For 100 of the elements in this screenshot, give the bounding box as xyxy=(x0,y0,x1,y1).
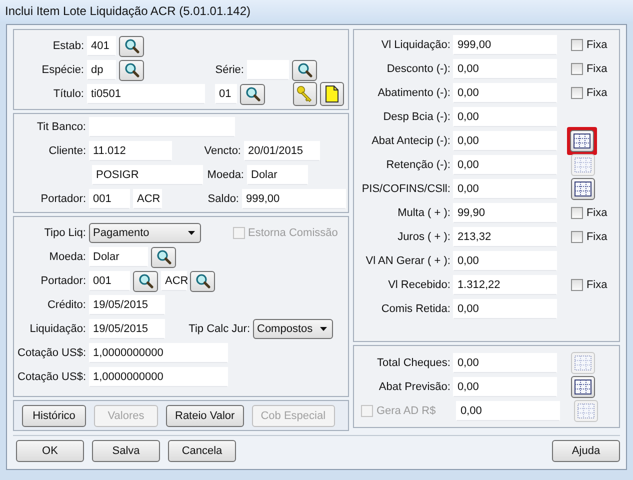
action-button[interactable]: Rateio Valor xyxy=(166,404,244,426)
text-field[interactable]: 0,00 xyxy=(453,179,558,199)
grid-button[interactable] xyxy=(571,376,596,398)
grid-button[interactable] xyxy=(571,178,596,200)
field-label: Moeda: xyxy=(206,169,244,181)
text-field[interactable]: 001 xyxy=(89,271,130,291)
search-button[interactable] xyxy=(240,84,265,104)
checkbox-label: Fixa xyxy=(586,231,608,243)
search-button[interactable] xyxy=(133,270,158,292)
checkbox[interactable] xyxy=(571,39,584,51)
text-field[interactable]: 0,00 xyxy=(453,107,558,127)
field-label: Retenção (-): xyxy=(385,159,450,171)
checkbox[interactable] xyxy=(571,63,584,75)
text-field[interactable] xyxy=(247,60,289,80)
field-label: Abat Previsão: xyxy=(378,381,450,393)
search-button[interactable] xyxy=(190,270,215,292)
text-field[interactable]: 1,0000000000 xyxy=(89,343,228,363)
field-label: Saldo: xyxy=(206,193,239,205)
text-field[interactable]: 19/05/2015 xyxy=(89,319,165,339)
checkbox-label: Gera AD R$ xyxy=(376,405,437,417)
field-label: Tip Calc Jur: xyxy=(188,323,250,335)
checkbox-label: Estorna Comissão xyxy=(248,227,338,239)
checkbox-label: Fixa xyxy=(586,63,608,75)
field-label: Multa ( + ): xyxy=(396,207,450,219)
text-field[interactable]: 0,00 xyxy=(453,83,558,103)
field-label: Desconto (-): xyxy=(386,63,450,75)
field-label: Título: xyxy=(52,88,84,100)
field-label: Cotação US$: xyxy=(16,371,86,383)
tip-calc-jur-dropdown[interactable]: Compostos xyxy=(253,319,333,339)
text-field[interactable]: 0,00 xyxy=(453,299,558,319)
text-field[interactable]: ACR xyxy=(133,189,162,209)
text-field[interactable]: 001 xyxy=(89,189,130,209)
text-field[interactable]: ti0501 xyxy=(87,84,205,104)
text-field[interactable]: 99,90 xyxy=(453,203,558,223)
tipo-liq-dropdown[interactable]: Pagamento xyxy=(89,223,201,243)
text-field[interactable]: 0,00 xyxy=(453,251,558,271)
text-field[interactable]: 999,00 xyxy=(242,189,346,209)
field-label: Abatimento (-): xyxy=(376,87,450,99)
field-label: Total Cheques: xyxy=(376,357,450,369)
search-button[interactable] xyxy=(151,246,176,268)
field-label: Cliente: xyxy=(48,145,86,157)
field-label: Desp Bcia (-): xyxy=(382,111,450,123)
field-label: Juros ( + ): xyxy=(396,231,450,243)
new-document-button[interactable] xyxy=(320,82,344,106)
field-label: Portador: xyxy=(40,193,86,205)
text-field[interactable]: ACR xyxy=(161,271,187,291)
field-label: Crédito: xyxy=(46,299,86,311)
field-label: PIS/COFINS/CSll: xyxy=(360,183,450,195)
text-field[interactable]: Dolar xyxy=(89,247,148,267)
checkbox-label: Fixa xyxy=(586,87,608,99)
text-field[interactable]: 0,00 xyxy=(453,59,558,79)
field-label: Espécie: xyxy=(40,64,84,76)
text-field[interactable]: 0,00 xyxy=(453,377,558,397)
text-field[interactable]: 20/01/2015 xyxy=(244,141,320,161)
field-label: Vl Recebido: xyxy=(387,279,450,291)
text-field[interactable] xyxy=(89,117,235,137)
checkbox[interactable] xyxy=(571,87,584,99)
field-label: Tit Banco: xyxy=(36,121,86,133)
text-field[interactable]: dp xyxy=(87,60,116,80)
field-label: Série: xyxy=(214,64,244,76)
field-label: Moeda: xyxy=(48,251,86,263)
action-button[interactable]: Histórico xyxy=(22,404,86,426)
field-label: Tipo Liq: xyxy=(43,227,86,239)
text-field[interactable]: 401 xyxy=(87,36,116,56)
field-label: Cotação US$: xyxy=(16,347,86,359)
field-label: Vencto: xyxy=(203,145,241,157)
checkbox[interactable] xyxy=(571,279,584,291)
dialog-button[interactable]: Ajuda xyxy=(552,440,620,462)
text-field[interactable]: Dolar xyxy=(247,165,308,185)
text-field[interactable]: 01 xyxy=(215,84,237,104)
search-button[interactable] xyxy=(119,60,144,80)
search-button[interactable] xyxy=(292,60,317,80)
field-label: Liquidação: xyxy=(28,323,86,335)
field-label: Vl Liquidação: xyxy=(380,39,450,51)
checkbox[interactable] xyxy=(571,231,584,243)
caret-icon xyxy=(320,327,327,331)
text-field[interactable]: 1.312,22 xyxy=(453,275,558,295)
checkbox-label: Fixa xyxy=(586,39,608,51)
text-field[interactable]: 19/05/2015 xyxy=(89,295,165,315)
checkbox[interactable] xyxy=(571,207,584,219)
field-label: Vl AN Gerar ( + ): xyxy=(364,255,450,267)
text-field[interactable]: 213,32 xyxy=(453,227,558,247)
key-button[interactable] xyxy=(293,82,317,106)
field-label: Portador: xyxy=(40,275,86,287)
dialog-button[interactable]: Cancela xyxy=(168,440,236,462)
caret-icon xyxy=(188,231,195,235)
field-label: Abat Antecip (-): xyxy=(370,135,450,147)
dialog-button[interactable]: OK xyxy=(16,440,84,462)
checkbox-label: Fixa xyxy=(586,279,608,291)
dialog-button[interactable]: Salva xyxy=(92,440,160,462)
text-field[interactable]: 0,00 xyxy=(453,131,558,151)
text-field[interactable]: POSIGR xyxy=(92,165,203,185)
text-field[interactable]: 999,00 xyxy=(453,35,558,55)
text-field[interactable]: 0,00 xyxy=(453,353,558,373)
search-button[interactable] xyxy=(119,36,144,56)
field-label: Comis Retida: xyxy=(380,303,450,315)
text-field[interactable]: 11.012 xyxy=(89,141,172,161)
text-field[interactable]: 1,0000000000 xyxy=(89,367,228,387)
field-label: Estab: xyxy=(52,40,84,52)
checkbox-label: Fixa xyxy=(586,207,608,219)
